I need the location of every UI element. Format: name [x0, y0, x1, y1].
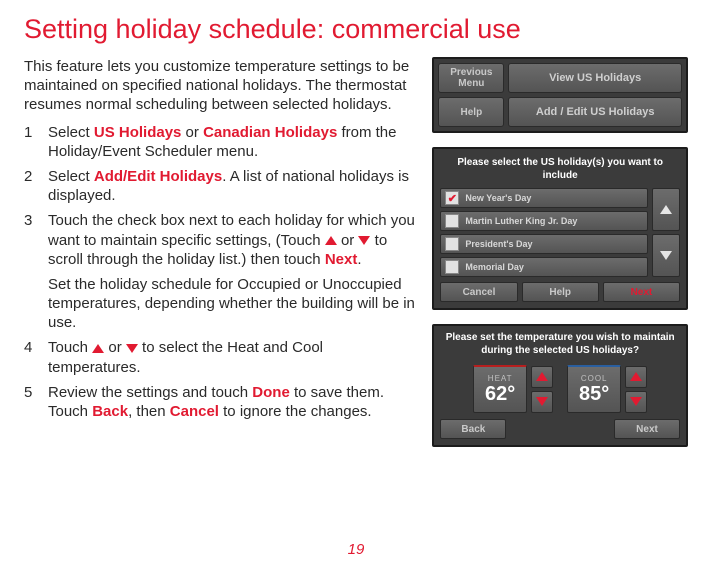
- step-5: Review the settings and touch Done to sa…: [24, 383, 416, 421]
- canadian-holidays-label: Canadian Holidays: [203, 124, 337, 141]
- scroll-down-button[interactable]: [652, 234, 680, 277]
- holiday-label: Memorial Day: [465, 262, 524, 272]
- holiday-item-presidents[interactable]: President's Day: [440, 234, 648, 254]
- heat-label: HEAT: [488, 374, 513, 383]
- holiday-label: President's Day: [465, 239, 532, 249]
- help-button[interactable]: Help: [522, 282, 599, 302]
- triangle-down-icon: [358, 236, 370, 245]
- heat-display: HEAT 62°: [473, 365, 527, 413]
- add-edit-holidays-label: Add/Edit Holidays: [94, 168, 222, 185]
- checkbox-icon[interactable]: [445, 260, 459, 274]
- cool-down-button[interactable]: [625, 391, 647, 413]
- next-label: Next: [325, 251, 358, 268]
- page-number: 19: [348, 541, 365, 558]
- holiday-list: ✔ New Year's Day Martin Luther King Jr. …: [440, 188, 648, 277]
- checkbox-icon[interactable]: [445, 237, 459, 251]
- step-3-sub: Set the holiday schedule for Occupied or…: [48, 275, 416, 333]
- select-holidays-prompt: Please select the US holiday(s) you want…: [440, 155, 680, 188]
- step-4: Touch or to select the Heat and Cool tem…: [24, 338, 416, 376]
- scroll-up-button[interactable]: [652, 188, 680, 231]
- steps-list: Select US Holidays or Canadian Holidays …: [24, 123, 416, 422]
- panel-set-temperature: Please set the temperature you wish to m…: [432, 324, 688, 447]
- step-2: Select Add/Edit Holidays. A list of nati…: [24, 167, 416, 205]
- done-label: Done: [252, 384, 290, 401]
- intro-text: This feature lets you customize temperat…: [24, 57, 416, 115]
- set-temperature-prompt: Please set the temperature you wish to m…: [440, 332, 680, 365]
- heat-down-button[interactable]: [531, 391, 553, 413]
- triangle-up-icon: [92, 344, 104, 353]
- holiday-item-mlk[interactable]: Martin Luther King Jr. Day: [440, 211, 648, 231]
- add-edit-us-holidays-button[interactable]: Add / Edit US Holidays: [508, 97, 682, 127]
- holiday-item-memorial[interactable]: Memorial Day: [440, 257, 648, 277]
- heat-group: HEAT 62°: [473, 365, 553, 413]
- step-3: Touch the check box next to each holiday…: [24, 211, 416, 332]
- previous-menu-button[interactable]: Previous Menu: [438, 63, 504, 93]
- holiday-label: New Year's Day: [465, 193, 531, 203]
- cool-value: 85°: [579, 383, 609, 406]
- cancel-button[interactable]: Cancel: [440, 282, 517, 302]
- triangle-up-icon: [660, 205, 672, 214]
- panel-select-holidays: Please select the US holiday(s) you want…: [432, 147, 688, 310]
- heat-value: 62°: [485, 383, 515, 406]
- cool-display: COOL 85°: [567, 365, 621, 413]
- us-holidays-label: US Holidays: [94, 124, 182, 141]
- triangle-down-icon: [126, 344, 138, 353]
- checkbox-icon[interactable]: [445, 214, 459, 228]
- cool-group: COOL 85°: [567, 365, 647, 413]
- triangle-up-icon: [536, 372, 548, 381]
- panel-menu: Previous Menu Help View US Holidays Add …: [432, 57, 688, 133]
- checkbox-checked-icon[interactable]: ✔: [445, 191, 459, 205]
- back-button[interactable]: Back: [440, 419, 506, 439]
- screenshots-column: Previous Menu Help View US Holidays Add …: [432, 57, 688, 447]
- back-label: Back: [92, 403, 128, 420]
- view-us-holidays-button[interactable]: View US Holidays: [508, 63, 682, 93]
- instructions-column: This feature lets you customize temperat…: [24, 57, 416, 447]
- heat-up-button[interactable]: [531, 366, 553, 388]
- step-1: Select US Holidays or Canadian Holidays …: [24, 123, 416, 161]
- help-button[interactable]: Help: [438, 97, 504, 127]
- next-button[interactable]: Next: [614, 419, 680, 439]
- holiday-label: Martin Luther King Jr. Day: [465, 216, 577, 226]
- holiday-item-new-years[interactable]: ✔ New Year's Day: [440, 188, 648, 208]
- triangle-down-icon: [630, 397, 642, 406]
- cool-label: COOL: [581, 374, 608, 383]
- cancel-label: Cancel: [170, 403, 219, 420]
- triangle-up-icon: [325, 236, 337, 245]
- triangle-down-icon: [536, 397, 548, 406]
- content: This feature lets you customize temperat…: [24, 57, 688, 447]
- next-button[interactable]: Next: [603, 282, 680, 302]
- triangle-down-icon: [660, 251, 672, 260]
- triangle-up-icon: [630, 372, 642, 381]
- page-title: Setting holiday schedule: commercial use: [24, 14, 688, 45]
- cool-up-button[interactable]: [625, 366, 647, 388]
